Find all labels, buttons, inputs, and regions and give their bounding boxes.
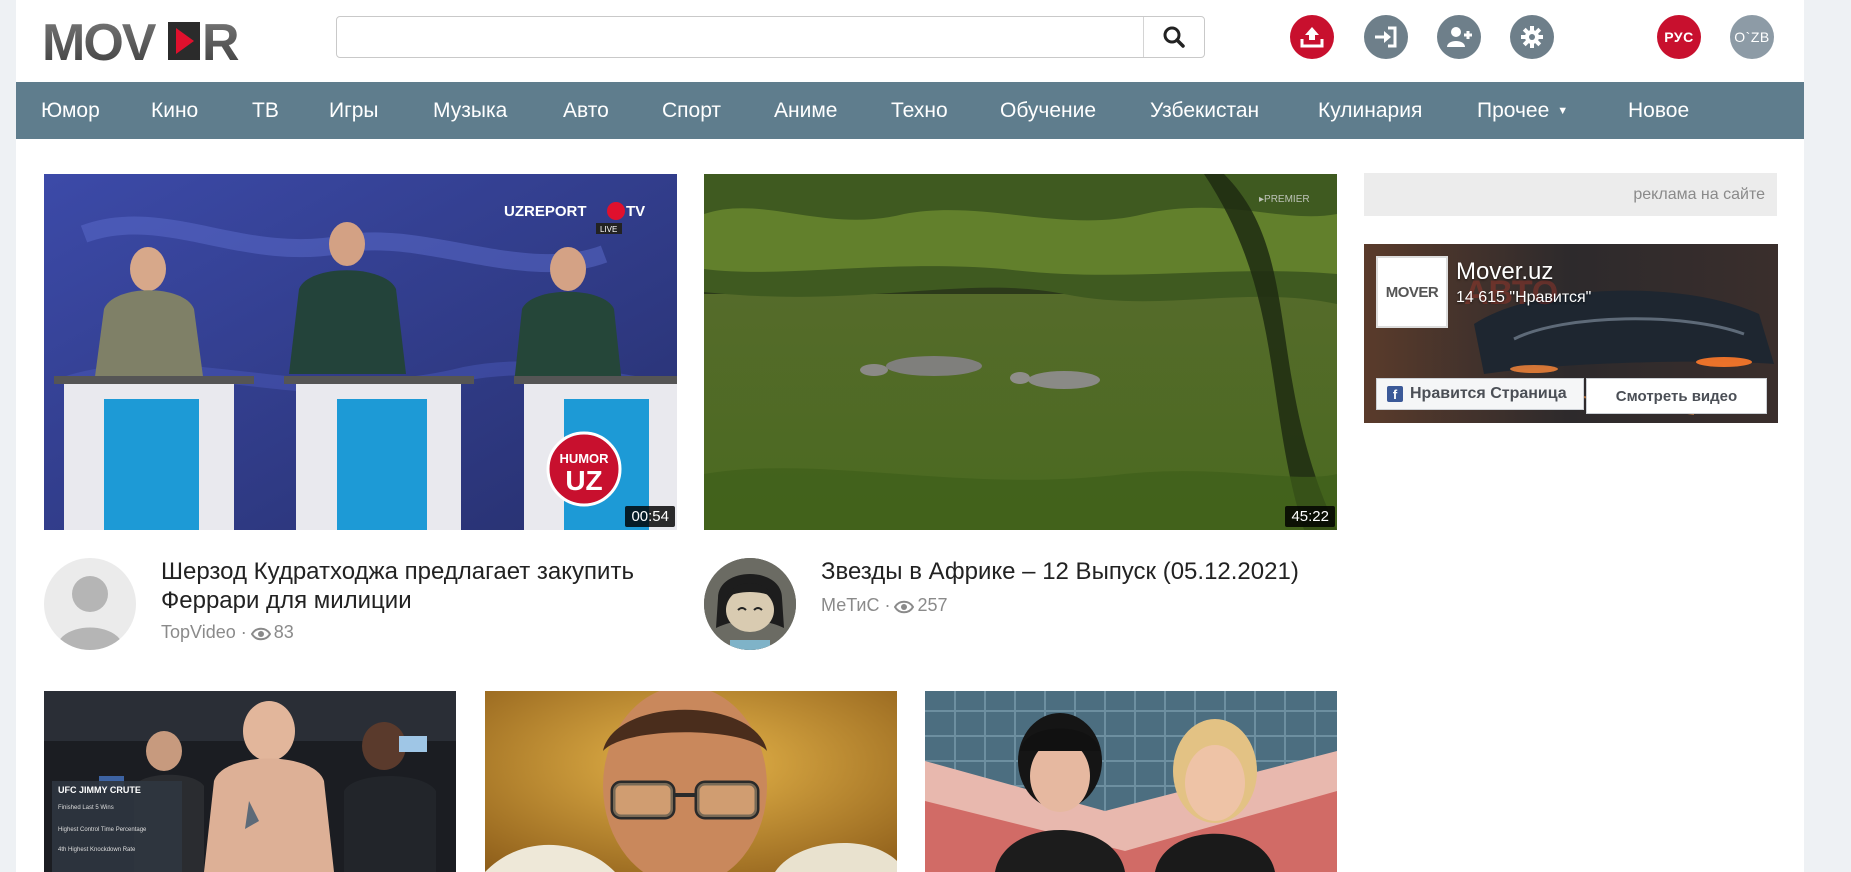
fb-like-page-label: Нравится Страница [1410, 385, 1567, 402]
settings-button[interactable] [1510, 15, 1554, 59]
video-thumbnail-image: UFC JIMMY CRUTE Finished Last 5 Wins Hig… [44, 691, 456, 872]
nav-item-auto[interactable]: Авто [563, 82, 609, 139]
search-box [336, 16, 1205, 58]
video-author[interactable]: МеТиС [821, 595, 879, 615]
video-meta: МеТиС · 257 [821, 595, 948, 616]
author-avatar-image [704, 558, 796, 650]
video-meta: TopVideo · 83 [161, 622, 294, 643]
page: MOV R РУС O`ZB Юмор Кино ТВ Игры Музыка … [16, 0, 1804, 872]
video-thumbnail[interactable] [925, 691, 1337, 872]
upload-icon [1300, 27, 1324, 48]
nav-item-tech[interactable]: Техно [891, 82, 948, 139]
nav-item-education[interactable]: Обучение [1000, 82, 1096, 139]
search-button[interactable] [1143, 17, 1204, 57]
nav-item-cooking[interactable]: Кулинария [1318, 82, 1422, 139]
video-thumbnail-image: UZREPORT TV LIVE HUMOR UZ [44, 174, 677, 530]
svg-text:TV: TV [626, 203, 645, 220]
nav-item-tv[interactable]: ТВ [252, 82, 279, 139]
eye-icon [250, 627, 271, 641]
video-title[interactable]: Шерзод Кудратходжа предлагает закупить Ф… [161, 557, 681, 615]
svg-text:▸PREMIER: ▸PREMIER [1259, 194, 1310, 205]
gear-icon [1521, 26, 1543, 48]
video-thumbnail[interactable]: ▸PREMIER 45:22 [704, 174, 1337, 530]
eye-icon [894, 600, 915, 614]
author-avatar[interactable] [44, 558, 136, 650]
svg-text:UZREPORT: UZREPORT [504, 203, 587, 220]
lang-ru-button[interactable]: РУС [1657, 15, 1701, 59]
nav-item-other[interactable]: Прочее ▼ [1477, 82, 1568, 139]
caret-down-icon: ▼ [1557, 104, 1569, 117]
view-count: 83 [273, 622, 294, 642]
svg-text:4th Highest Knockdown Rate: 4th Highest Knockdown Rate [58, 847, 136, 853]
svg-text:Highest Control Time Percentag: Highest Control Time Percentage [58, 827, 147, 833]
video-thumbnail-image [925, 691, 1337, 872]
search-input[interactable] [337, 17, 1137, 57]
advertising-link[interactable]: реклама на сайте [1364, 173, 1777, 216]
fb-like-count: 14 615 "Нравится" [1456, 289, 1592, 306]
nav-item-anime[interactable]: Аниме [774, 82, 837, 139]
facebook-icon: f [1387, 386, 1403, 402]
nav-item-games[interactable]: Игры [329, 82, 379, 139]
svg-text:Finished Last 5 Wins: Finished Last 5 Wins [58, 805, 114, 811]
facebook-page-widget: АВТО MOVER Mover.uz 14 615 "Нравится" f … [1364, 244, 1778, 423]
login-button[interactable] [1364, 15, 1408, 59]
video-author[interactable]: TopVideo [161, 622, 236, 642]
svg-text:UZ: UZ [565, 465, 602, 496]
nav-item-new[interactable]: Новое [1628, 82, 1689, 139]
fb-watch-video-button[interactable]: Смотреть видео [1586, 378, 1767, 414]
svg-text:LIVE: LIVE [600, 225, 617, 234]
upload-button[interactable] [1290, 15, 1334, 59]
fb-page-name[interactable]: Mover.uz [1456, 258, 1553, 286]
meta-separator: · [884, 595, 891, 615]
category-nav: Юмор Кино ТВ Игры Музыка Авто Спорт Аним… [16, 82, 1804, 139]
video-thumbnail-image [485, 691, 897, 872]
nav-item-cinema[interactable]: Кино [151, 82, 198, 139]
register-button[interactable] [1437, 15, 1481, 59]
default-user-icon [56, 576, 124, 650]
site-logo[interactable]: MOV R [42, 14, 252, 72]
page-background-right [1804, 0, 1851, 872]
sign-in-icon [1375, 26, 1397, 48]
video-duration: 45:22 [1285, 506, 1335, 527]
svg-text:R: R [202, 14, 240, 66]
search-icon [1163, 26, 1185, 48]
video-thumbnail[interactable]: UZREPORT TV LIVE HUMOR UZ 00:54 [44, 174, 677, 530]
nav-item-sport[interactable]: Спорт [662, 82, 721, 139]
svg-text:MOV: MOV [42, 14, 157, 66]
video-thumbnail[interactable]: UFC JIMMY CRUTE Finished Last 5 Wins Hig… [44, 691, 456, 872]
video-thumbnail[interactable] [485, 691, 897, 872]
video-thumbnail-image: ▸PREMIER [704, 174, 1337, 530]
lang-uz-button[interactable]: O`ZB [1730, 15, 1774, 59]
author-avatar[interactable] [704, 558, 796, 650]
fb-page-logo-text: MOVER [1385, 283, 1439, 301]
fb-page-logo[interactable]: MOVER [1376, 256, 1448, 328]
nav-item-other-label: Прочее [1477, 99, 1550, 122]
nav-item-music[interactable]: Музыка [433, 82, 507, 139]
svg-text:HUMOR: HUMOR [559, 451, 609, 466]
video-title[interactable]: Звезды в Африке – 12 Выпуск (05.12.2021) [821, 557, 1341, 586]
svg-text:UFC JIMMY CRUTE: UFC JIMMY CRUTE [58, 785, 141, 795]
meta-separator: · [240, 622, 247, 642]
header: MOV R РУС O`ZB [16, 0, 1804, 82]
nav-item-uzbekistan[interactable]: Узбекистан [1150, 82, 1259, 139]
nav-item-humor[interactable]: Юмор [41, 82, 100, 139]
fb-like-page-button[interactable]: f Нравится Страница [1376, 378, 1584, 410]
fb-watch-video-label: Смотреть видео [1615, 387, 1738, 405]
video-duration: 00:54 [625, 506, 675, 527]
add-user-icon [1447, 27, 1472, 47]
view-count: 257 [917, 595, 948, 615]
